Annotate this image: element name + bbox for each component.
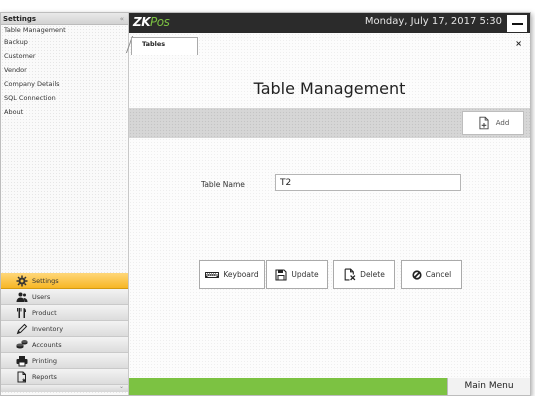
update-button[interactable]: Update <box>266 260 328 289</box>
nav-settings[interactable]: Settings <box>1 273 128 289</box>
main-content: Tables × Table Management Add Table Name… <box>125 33 530 395</box>
cancel-button[interactable]: Cancel <box>401 260 462 289</box>
table-name-input[interactable] <box>275 174 461 191</box>
nav-users[interactable]: Users <box>1 289 128 305</box>
nav-label: Printing <box>32 356 58 365</box>
minimize-icon <box>511 22 523 25</box>
main-menu-button[interactable]: Main Menu <box>447 378 530 395</box>
title-bar: ZKPos Monday, July 17, 2017 5:30 <box>129 13 530 33</box>
sidebar-item-sql-connection[interactable]: SQL Connection <box>1 91 128 105</box>
sidebar-header: Settings « <box>1 13 128 25</box>
sidebar-item-vendor[interactable]: Vendor <box>1 63 128 77</box>
add-button[interactable]: Add <box>462 111 524 135</box>
keyboard-label: Keyboard <box>223 270 259 279</box>
update-label: Update <box>291 270 319 279</box>
page-title: Table Management <box>253 79 406 98</box>
settings-menu: Table Management Backup Customer Vendor … <box>1 25 128 119</box>
nav-printing[interactable]: Printing <box>1 353 128 369</box>
collapse-icon[interactable]: « <box>120 13 124 25</box>
gear-icon <box>15 274 28 287</box>
sidebar-item-table-management[interactable]: Table Management <box>1 25 128 35</box>
minimize-button[interactable] <box>507 15 527 32</box>
utensils-icon <box>15 306 28 319</box>
app-window: Settings « Table Management Backup Custo… <box>0 12 531 396</box>
keyboard-button[interactable]: Keyboard <box>199 260 265 289</box>
nav-reports[interactable]: Reports <box>1 369 128 385</box>
chevron-down-icon[interactable]: ⌄ <box>119 383 124 390</box>
report-icon <box>15 370 28 383</box>
nav-label: Reports <box>32 372 57 381</box>
coins-icon <box>15 338 28 351</box>
users-icon <box>15 290 28 303</box>
add-file-icon <box>479 116 489 130</box>
delete-label: Delete <box>360 270 385 279</box>
logo-suffix: Pos <box>150 15 170 29</box>
app-logo: ZKPos <box>133 15 170 29</box>
nav-label: Settings <box>32 276 59 285</box>
sidebar-item-about[interactable]: About <box>1 105 128 119</box>
datetime-display: Monday, July 17, 2017 5:30 <box>364 16 502 27</box>
tab-tables[interactable]: Tables <box>131 37 198 55</box>
module-nav: Settings Users Product Inventory Account… <box>1 273 128 392</box>
cancel-label: Cancel <box>425 270 452 279</box>
nav-label: Users <box>32 292 51 301</box>
nav-inventory[interactable]: Inventory <box>1 321 128 337</box>
nav-product[interactable]: Product <box>1 305 128 321</box>
logo-brand: ZK <box>133 15 151 29</box>
sidebar-title: Settings <box>3 15 37 23</box>
delete-button[interactable]: Delete <box>333 260 395 289</box>
nav-label: Product <box>32 308 57 317</box>
keyboard-icon <box>205 271 220 278</box>
nav-label: Inventory <box>32 324 64 333</box>
table-name-label: Table Name <box>201 180 245 189</box>
sidebar-item-backup[interactable]: Backup <box>1 35 128 49</box>
cancel-icon <box>412 269 422 280</box>
close-icon[interactable]: × <box>515 39 522 48</box>
save-icon <box>275 268 287 281</box>
toolbar: Add <box>129 108 530 138</box>
printer-icon <box>15 354 28 367</box>
sidebar-item-company-details[interactable]: Company Details <box>1 77 128 91</box>
delete-file-icon <box>344 268 356 281</box>
pencil-icon <box>15 322 28 335</box>
sidebar-item-customer[interactable]: Customer <box>1 49 128 63</box>
nav-label: Accounts <box>32 340 62 349</box>
add-label: Add <box>495 119 510 127</box>
sidebar: Settings « Table Management Backup Custo… <box>1 13 129 395</box>
sidebar-footer: ⌄ <box>1 383 128 392</box>
nav-accounts[interactable]: Accounts <box>1 337 128 353</box>
